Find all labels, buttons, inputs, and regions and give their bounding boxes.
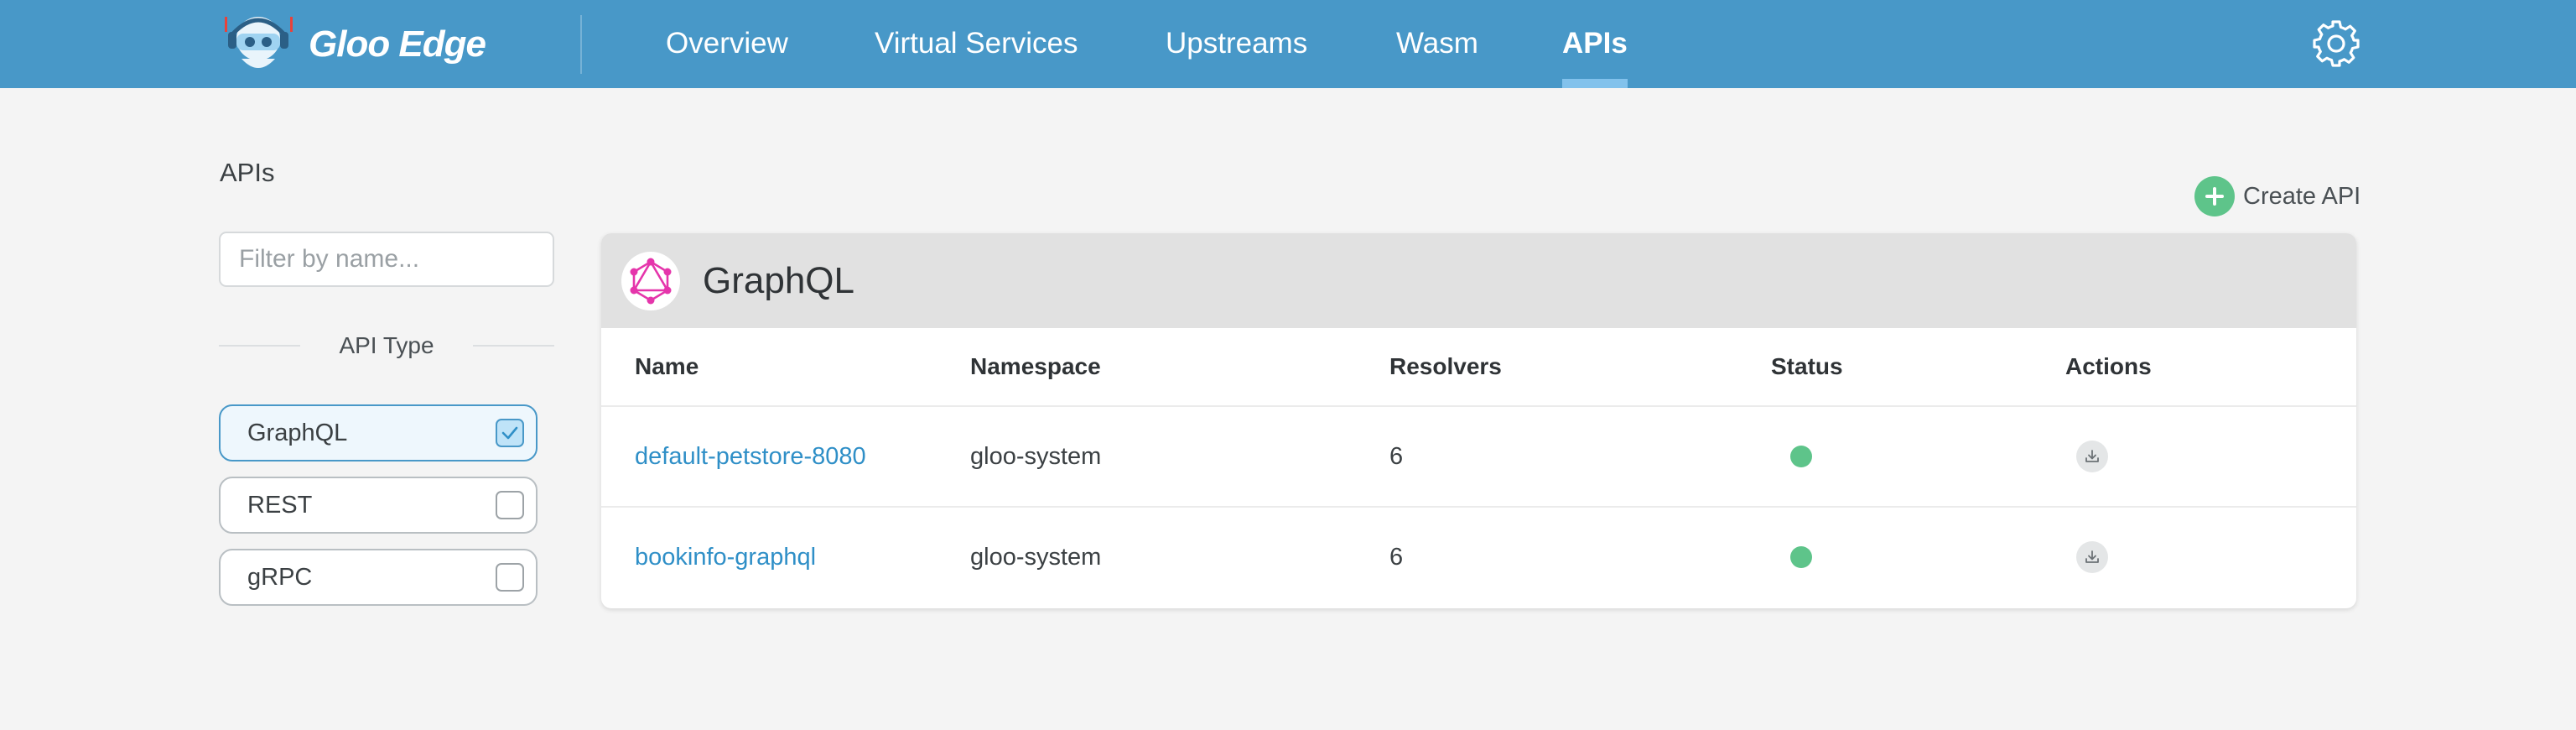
api-type-option-graphql[interactable]: GraphQL (219, 404, 538, 461)
nav-apis-label: APIs (1562, 27, 1628, 60)
column-header-resolvers[interactable]: Resolvers (1389, 328, 1502, 405)
namespace-cell: gloo-system (970, 544, 1102, 571)
page-title: APIs (220, 158, 275, 187)
nav-virtual-services[interactable]: Virtual Services (875, 0, 1078, 88)
api-name-link[interactable]: bookinfo-graphql (635, 508, 816, 607)
row-divider (601, 506, 2356, 508)
nav-upstreams[interactable]: Upstreams (1166, 0, 1307, 88)
graphql-logo-icon (630, 258, 672, 305)
checkmark-icon (501, 426, 518, 440)
create-api-button[interactable]: Create API (2194, 176, 2360, 216)
column-header-name[interactable]: Name (635, 328, 699, 405)
checkbox-checked[interactable] (496, 419, 524, 447)
api-type-option-label: REST (247, 492, 313, 519)
status-healthy-icon (1790, 546, 1812, 568)
filter-by-name-input[interactable] (219, 232, 554, 287)
brand-name: Gloo Edge (309, 23, 486, 65)
api-type-heading: API Type (219, 331, 555, 361)
api-type-option-rest[interactable]: REST (219, 477, 538, 534)
nav-divider (580, 15, 582, 74)
gloo-edge-logo[interactable]: Gloo Edge (220, 12, 486, 77)
download-icon (2085, 450, 2099, 462)
divider-left (219, 345, 301, 347)
download-button[interactable] (2076, 541, 2108, 573)
api-type-option-label: GraphQL (247, 420, 348, 446)
card-title: GraphQL (703, 260, 854, 301)
checkbox-unchecked[interactable] (496, 491, 524, 519)
api-type-option-label: gRPC (247, 564, 313, 591)
top-navigation-bar: Gloo Edge Overview Virtual Services Upst… (0, 0, 2576, 88)
card-header: GraphQL (601, 233, 2356, 328)
column-header-status[interactable]: Status (1771, 328, 1843, 405)
graphql-logo-badge (621, 252, 680, 310)
status-healthy-icon (1790, 446, 1812, 467)
graphql-apis-card: GraphQL Name Namespace Resolvers Status … (601, 233, 2356, 608)
nav-overview[interactable]: Overview (666, 0, 788, 88)
column-header-actions: Actions (2065, 353, 2152, 379)
gloo-mascot-icon (225, 17, 293, 68)
api-type-label: API Type (339, 332, 434, 358)
column-header-namespace[interactable]: Namespace (970, 328, 1101, 405)
api-name-link[interactable]: default-petstore-8080 (635, 407, 866, 506)
resolvers-cell: 6 (1389, 544, 1404, 571)
namespace-cell: gloo-system (970, 443, 1102, 470)
active-nav-indicator (1562, 79, 1628, 88)
resolvers-cell: 6 (1389, 443, 1404, 470)
divider-right (472, 345, 555, 347)
checkbox-unchecked[interactable] (496, 563, 524, 592)
plus-circle-icon (2194, 176, 2235, 216)
download-button[interactable] (2076, 441, 2108, 472)
nav-wasm[interactable]: Wasm (1396, 0, 1478, 88)
nav-apis[interactable]: APIs (1562, 0, 1628, 88)
create-api-label: Create API (2243, 182, 2361, 210)
api-type-option-grpc[interactable]: gRPC (219, 549, 538, 606)
download-icon (2085, 550, 2099, 563)
gear-icon[interactable] (2311, 18, 2361, 69)
